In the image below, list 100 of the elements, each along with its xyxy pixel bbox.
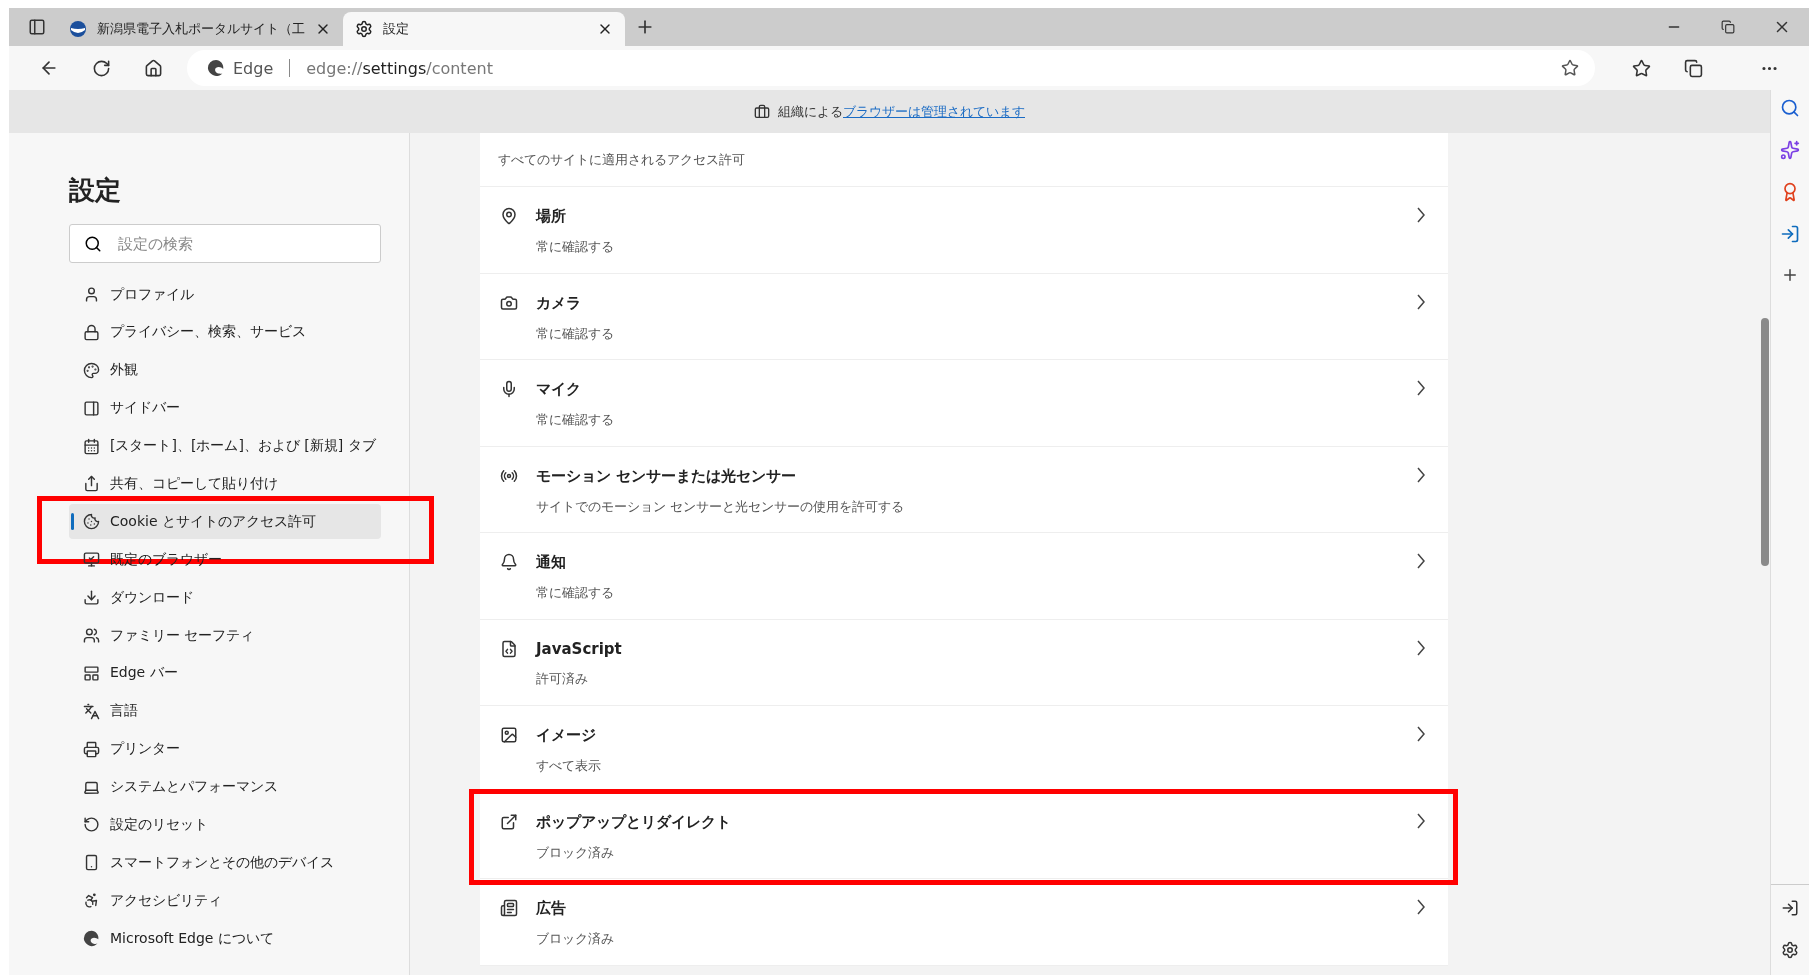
info-text: 組織によるブラウザーは管理されています [778, 102, 1025, 121]
sidebar-item[interactable]: アクセシビリティ [69, 883, 381, 919]
browser-tab[interactable]: 設定 [343, 12, 625, 46]
managed-link[interactable]: ブラウザーは管理されています [843, 103, 1025, 119]
permission-icon [500, 639, 518, 658]
section-description: すべてのサイトに適用されるアクセス許可 [480, 133, 1448, 187]
sidebar-item[interactable]: 言語 [69, 693, 381, 729]
sidebar-item-icon [83, 437, 100, 455]
tab-title: 新潟県電子入札ポータルサイト（工 [97, 20, 305, 38]
briefcase-icon [754, 103, 770, 120]
permission-status: すべて表示 [536, 757, 602, 775]
permission-status: 常に確認する [536, 584, 615, 602]
sidebar-item[interactable]: ファミリー セーフティ [69, 618, 381, 653]
search-field[interactable]: 設定の検索 [116, 233, 366, 254]
settings-icon [355, 20, 373, 38]
add-icon[interactable] [1781, 266, 1799, 284]
sidebar-item[interactable]: 既定のブラウザー [69, 542, 381, 578]
permission-status: 常に確認する [536, 238, 615, 256]
search-icon[interactable] [1780, 98, 1800, 118]
search-icon [84, 234, 102, 253]
sidebar-item-icon [83, 475, 100, 493]
sidebar-item-icon [83, 664, 100, 682]
permission-icon [500, 812, 518, 831]
chevron-icon [1416, 726, 1426, 742]
permission-icon [500, 380, 518, 398]
add-favorite-icon[interactable] [1561, 59, 1579, 77]
permission-status: 常に確認する [536, 411, 615, 429]
sidebar-item-icon [83, 702, 100, 720]
settings-title: 設定 [69, 174, 122, 207]
scrollbar-thumb[interactable] [1761, 318, 1769, 566]
permission-title: 通知 [536, 553, 567, 572]
browser-tab[interactable]: 新潟県電子入札ポータルサイト（工 [57, 12, 343, 46]
sidebar-item[interactable]: サイドバー [69, 390, 381, 426]
chevron-icon [1416, 380, 1426, 396]
permission-status: 常に確認する [536, 324, 615, 343]
permission-icon [500, 207, 518, 225]
tab-title: 設定 [383, 20, 410, 38]
permission-icon [500, 899, 518, 917]
permission-row[interactable]: イメージ すべて表示 [480, 706, 1448, 793]
permission-row[interactable]: 広告 ブロック済み [480, 879, 1448, 966]
sidebar-item[interactable]: Microsoft Edge について [69, 921, 381, 957]
sidebar-item[interactable]: [スタート]、[ホーム]、および [新規] タブ [69, 428, 381, 464]
sidebar-item[interactable]: Edge バー [69, 655, 381, 691]
sidebar-item[interactable]: 設定のリセット [69, 807, 381, 843]
sidebar-item[interactable]: Cookie とサイトのアクセス許可 [69, 504, 381, 540]
permission-row[interactable]: JavaScript 許可済み [480, 619, 1448, 706]
search-box[interactable]: 設定の検索 [69, 224, 381, 263]
permission-status: ブロック済み [536, 843, 615, 862]
sidebar-item[interactable]: プリンター [69, 731, 381, 767]
sidebar-item[interactable]: プロファイル [69, 277, 381, 312]
chevron-icon [1416, 899, 1426, 915]
sidebar-item[interactable]: システムとパフォーマンス [69, 769, 381, 805]
edge-logo-icon [207, 59, 225, 77]
chevron-icon [1416, 293, 1426, 310]
chevron-icon [1416, 553, 1426, 569]
permission-row[interactable]: 通知 常に確認する [480, 533, 1448, 620]
sidebar-item[interactable]: 共有、コピーして貼り付け [69, 466, 381, 502]
sidebar-item-icon [83, 286, 100, 303]
sidebar-item-icon [83, 892, 100, 910]
sidebar-item-icon [83, 816, 100, 834]
site-favicon-icon [69, 20, 87, 38]
sidebar-item-icon [83, 589, 100, 607]
permission-status: 許可済み [536, 669, 589, 688]
permission-title: マイク [536, 380, 582, 399]
chevron-icon [1416, 466, 1426, 483]
sidebar-item-icon [83, 854, 100, 872]
permission-icon [500, 553, 518, 571]
permission-title: 広告 [536, 899, 567, 918]
permission-title: JavaScript [536, 639, 623, 658]
permission-title: モーション センサーまたは光センサー [536, 466, 798, 486]
permission-title: ポップアップとリダイレクト [536, 812, 732, 832]
url-text: edge://settings/content [306, 58, 493, 78]
permission-title: 場所 [536, 207, 567, 226]
permission-title: イメージ [536, 726, 597, 745]
browser-brand: Edge [233, 58, 274, 78]
sidebar-item[interactable]: プライバシー、検索、サービス [69, 314, 381, 350]
address-field[interactable]: Edge edge://settings/content [187, 50, 1595, 86]
sidebar-item-icon [83, 513, 100, 531]
chevron-icon [1416, 812, 1426, 829]
sidebar-item[interactable]: ダウンロード [69, 580, 381, 616]
permission-row[interactable]: 場所 常に確認する [480, 187, 1448, 274]
permission-icon [500, 293, 518, 312]
permission-row[interactable]: モーション センサーまたは光センサー サイトでのモーション センサーと光センサーの使用を許可する [480, 446, 1448, 533]
sidebar-item-icon [83, 399, 100, 417]
chevron-icon [1416, 639, 1426, 656]
sidebar-item[interactable]: スマートフォンとその他のデバイス [69, 845, 381, 881]
settings-icon[interactable] [1781, 941, 1799, 959]
permission-row[interactable]: マイク 常に確認する [480, 360, 1448, 447]
permission-title: カメラ [536, 293, 582, 313]
sparkle-icon[interactable] [1780, 140, 1800, 160]
sidebar-item[interactable]: 外観 [69, 352, 381, 388]
sidebar-item-icon [83, 740, 100, 758]
sidebar-item-icon [83, 361, 100, 379]
permission-status: ブロック済み [536, 930, 615, 948]
permission-row[interactable]: カメラ 常に確認する [480, 273, 1448, 360]
chevron-icon [1416, 207, 1426, 223]
sidebar-item-icon [83, 323, 100, 341]
permission-status: サイトでのモーション センサーと光センサーの使用を許可する [536, 497, 906, 516]
sidebar-item-icon [83, 627, 100, 644]
permission-row[interactable]: ポップアップとリダイレクト ブロック済み [480, 792, 1448, 879]
